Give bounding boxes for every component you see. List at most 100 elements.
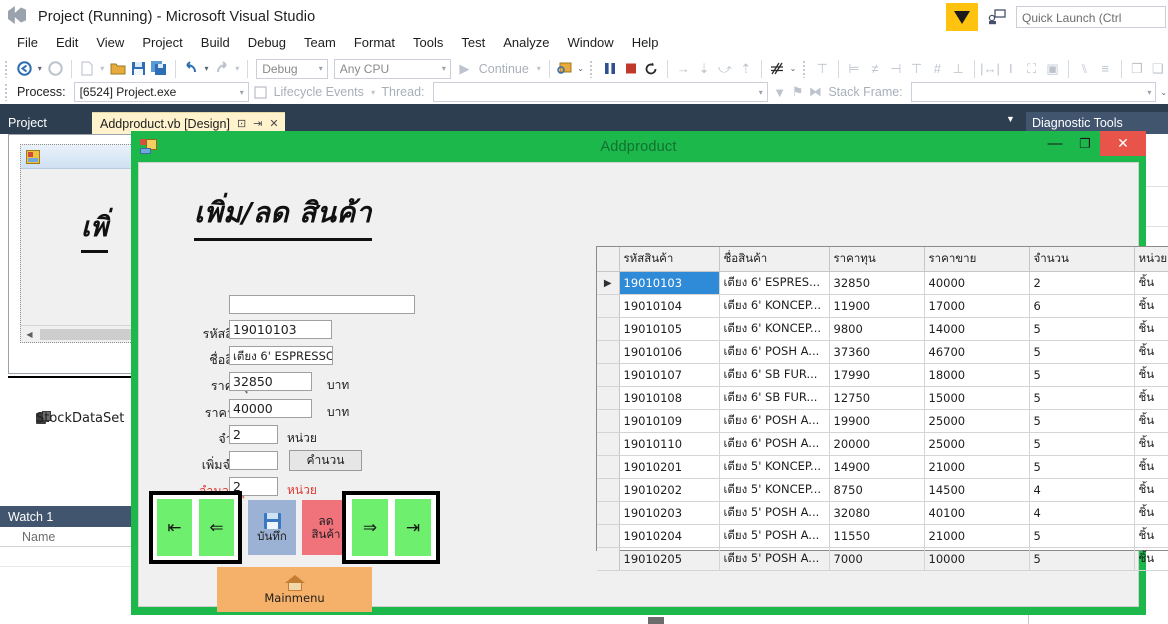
line-numbers-dropdown[interactable]: ⌄ xyxy=(788,64,798,73)
table-cell[interactable]: 17000 xyxy=(924,294,1030,318)
table-row[interactable]: 19010110 เตียง 6' POSH A... 20000 25000 5 ชิ้… xyxy=(597,432,1168,456)
attach-process-icon[interactable] xyxy=(555,59,576,79)
toolbar-grip-3[interactable] xyxy=(801,59,809,78)
table-cell[interactable]: 19010108 xyxy=(619,386,720,410)
calculate-button[interactable]: คำนวน xyxy=(289,450,362,471)
row-header-cell[interactable] xyxy=(597,409,620,433)
navigate-back-dropdown[interactable]: ▾ xyxy=(35,64,45,73)
pin-icon[interactable]: ⊡ xyxy=(237,117,246,130)
process-combo[interactable]: [6524] Project.exe ▾ xyxy=(73,82,249,102)
debug-toolbar-overflow[interactable]: ⌄ xyxy=(1159,88,1168,97)
last-record-icon[interactable]: ⇥ xyxy=(395,499,431,556)
menu-analyze[interactable]: Analyze xyxy=(494,33,558,52)
menu-tools[interactable]: Tools xyxy=(404,33,452,52)
table-cell[interactable]: 21000 xyxy=(924,524,1030,548)
table-cell[interactable]: 19010109 xyxy=(619,409,720,433)
table-cell[interactable]: 19010110 xyxy=(619,432,720,456)
table-cell[interactable]: 19900 xyxy=(829,409,925,433)
table-cell[interactable]: ชิ้น xyxy=(1134,340,1168,364)
close-icon[interactable]: ✕ xyxy=(269,117,278,130)
table-cell[interactable]: ชิ้น xyxy=(1134,294,1168,318)
table-row[interactable]: ▶ 19010103 เตียง 6' ESPRES... 32850 40000 2 ชิ… xyxy=(597,271,1168,295)
table-cell[interactable]: 12750 xyxy=(829,386,925,410)
column-header-name[interactable]: ชื่อสินค้า xyxy=(719,247,830,272)
table-cell[interactable]: 5 xyxy=(1029,432,1135,456)
table-row[interactable]: 19010106 เตียง 6' POSH A... 37360 46700 5 ชิ้… xyxy=(597,340,1168,364)
table-cell[interactable]: 20000 xyxy=(829,432,925,456)
table-cell[interactable]: 5 xyxy=(1029,317,1135,341)
table-cell[interactable]: 2 xyxy=(1029,271,1135,295)
row-header-cell[interactable] xyxy=(597,317,620,341)
table-cell[interactable]: เตียง 5' KONCEP... xyxy=(719,478,830,502)
table-cell[interactable]: 19010105 xyxy=(619,317,720,341)
previous-record-icon[interactable]: ⇐ xyxy=(199,499,234,556)
table-cell[interactable]: 19010204 xyxy=(619,524,720,548)
table-cell[interactable]: 5 xyxy=(1029,363,1135,387)
menu-window[interactable]: Window xyxy=(558,33,622,52)
continue-button[interactable]: Continue xyxy=(479,62,529,76)
row-header-cell[interactable] xyxy=(597,432,620,456)
table-cell[interactable]: 6 xyxy=(1029,294,1135,318)
table-cell[interactable]: ชิ้น xyxy=(1134,271,1168,295)
column-header-qty[interactable]: จำนวน xyxy=(1029,247,1135,272)
table-cell[interactable]: 5 xyxy=(1029,547,1135,571)
row-header-cell[interactable] xyxy=(597,524,620,548)
menu-help[interactable]: Help xyxy=(623,33,668,52)
current-row-arrow-icon[interactable]: ▶ xyxy=(597,271,620,295)
pause-icon[interactable] xyxy=(599,59,620,79)
row-header-cell[interactable] xyxy=(597,501,620,525)
feedback-icon[interactable] xyxy=(984,4,1010,30)
column-header-cost[interactable]: ราคาทุน xyxy=(829,247,925,272)
table-cell[interactable]: ชิ้น xyxy=(1134,524,1168,548)
sell-price-input[interactable]: 40000 xyxy=(229,399,312,418)
table-cell[interactable]: เตียง 5' KONCEP... xyxy=(719,455,830,479)
table-cell[interactable]: 5 xyxy=(1029,455,1135,479)
row-header-cell[interactable] xyxy=(597,455,620,479)
table-cell[interactable]: เตียง 5' POSH A... xyxy=(719,547,830,571)
thread-combo[interactable]: ▾ xyxy=(432,82,768,102)
line-numbers-icon[interactable] xyxy=(767,59,788,79)
open-file-icon[interactable] xyxy=(107,59,128,79)
table-cell[interactable]: 5 xyxy=(1029,386,1135,410)
table-cell[interactable]: 46700 xyxy=(924,340,1030,364)
lifecycle-events-label[interactable]: Lifecycle Events xyxy=(274,85,364,99)
table-cell[interactable]: 18000 xyxy=(924,363,1030,387)
stack-frame-combo[interactable]: ▾ xyxy=(910,82,1157,102)
sidebar-tab-project[interactable]: Project xyxy=(0,112,92,134)
table-row[interactable]: 19010204 เตียง 5' POSH A... 11550 21000 5 ชิ้… xyxy=(597,524,1168,548)
row-header-cell[interactable] xyxy=(597,363,620,387)
table-cell[interactable]: เตียง 6' ESPRES... xyxy=(719,271,830,295)
table-cell[interactable]: 10000 xyxy=(924,547,1030,571)
table-cell[interactable]: 19010106 xyxy=(619,340,720,364)
row-header-cell[interactable] xyxy=(597,386,620,410)
column-header-code[interactable]: รหัสสินค้า xyxy=(619,247,720,272)
toolbar-grip-2[interactable] xyxy=(589,59,597,78)
add-quantity-input[interactable] xyxy=(229,451,278,470)
column-header-unit[interactable]: หน่วย xyxy=(1134,247,1168,272)
menu-file[interactable]: File xyxy=(8,33,47,52)
save-icon[interactable] xyxy=(128,59,149,79)
row-header-cell[interactable] xyxy=(597,340,620,364)
addproduct-title-bar[interactable]: Addproduct — ❐ ✕ xyxy=(131,131,1146,162)
table-cell[interactable]: 21000 xyxy=(924,455,1030,479)
table-row[interactable]: 19010105 เตียง 6' KONCEP... 9800 14000 5 ชิ้น xyxy=(597,317,1168,341)
table-cell[interactable]: 25000 xyxy=(924,409,1030,433)
debug-toolbar-grip[interactable] xyxy=(4,83,10,101)
table-row[interactable]: 19010202 เตียง 5' KONCEP... 8750 14500 4 ชิ้น xyxy=(597,478,1168,502)
restart-icon[interactable] xyxy=(641,59,662,79)
toolbar-grip[interactable] xyxy=(4,59,11,78)
solution-platform-combo[interactable]: Any CPU ▾ xyxy=(333,58,451,79)
table-cell[interactable]: เตียง 5' POSH A... xyxy=(719,524,830,548)
table-cell[interactable]: 4 xyxy=(1029,501,1135,525)
first-record-icon[interactable]: ⇤ xyxy=(157,499,192,556)
table-cell[interactable]: 32080 xyxy=(829,501,925,525)
table-cell[interactable]: ชิ้น xyxy=(1134,455,1168,479)
table-cell[interactable]: 19010205 xyxy=(619,547,720,571)
table-row[interactable]: 19010108 เตียง 6' SB FUR... 12750 15000 5 ชิ้… xyxy=(597,386,1168,410)
table-cell[interactable]: 11550 xyxy=(829,524,925,548)
row-header-cell[interactable] xyxy=(597,478,620,502)
table-cell[interactable]: 40100 xyxy=(924,501,1030,525)
table-cell[interactable]: เตียง 6' SB FUR... xyxy=(719,363,830,387)
product-data-grid[interactable]: รหัสสินค้า ชื่อสินค้า ราคาทุน ราคาขาย จำ… xyxy=(596,246,1168,571)
table-cell[interactable]: 11900 xyxy=(829,294,925,318)
